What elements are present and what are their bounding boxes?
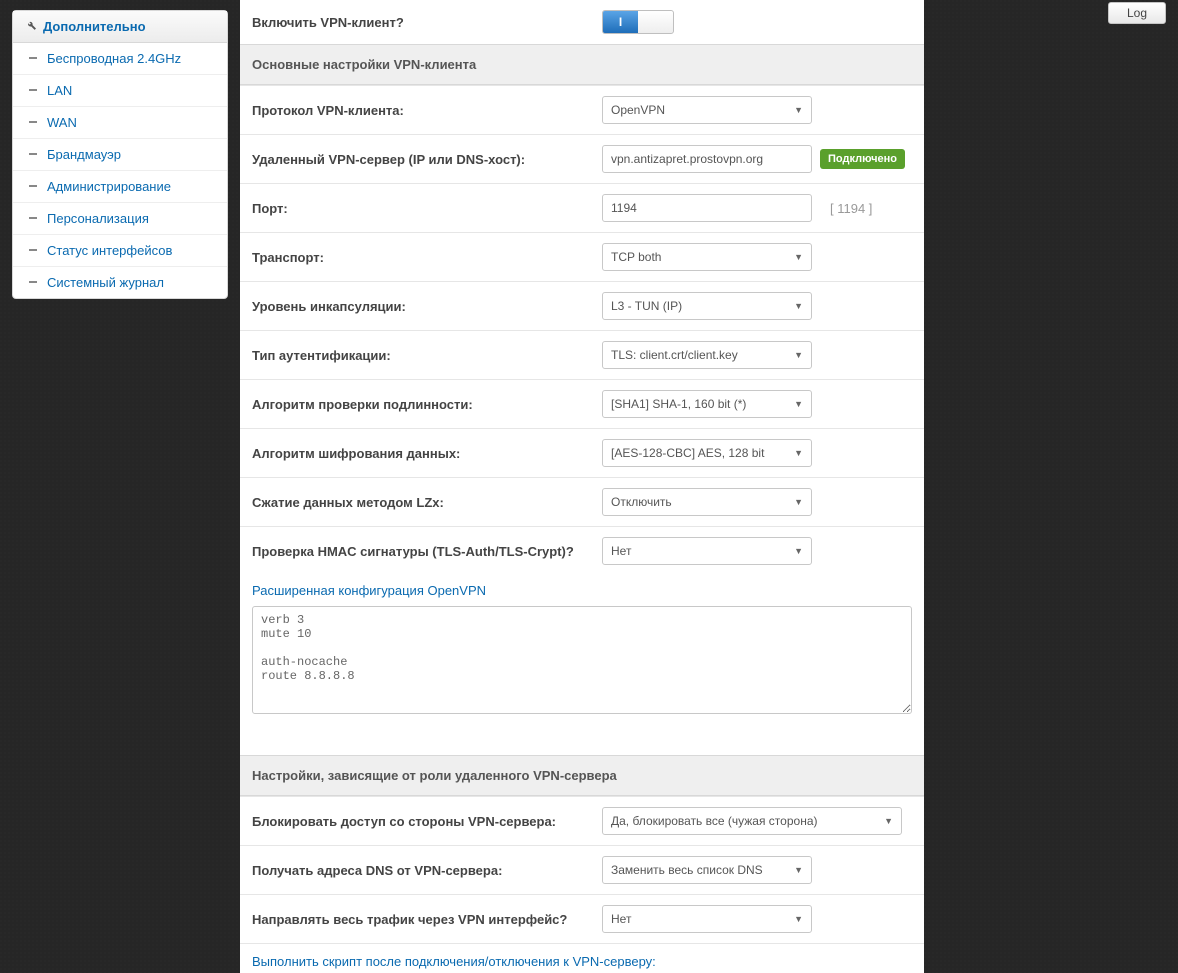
- sidebar-item-label: WAN: [47, 115, 77, 130]
- row-route: Направлять весь трафик через VPN интерфе…: [240, 894, 924, 943]
- sidebar-header-label: Дополнительно: [43, 19, 146, 34]
- block-label: Блокировать доступ со стороны VPN-сервер…: [252, 814, 602, 829]
- compress-value: Отключить: [611, 495, 672, 509]
- dns-select[interactable]: Заменить весь список DNS: [602, 856, 812, 884]
- encaps-select[interactable]: L3 - TUN (IP): [602, 292, 812, 320]
- authtype-select[interactable]: TLS: client.crt/client.key: [602, 341, 812, 369]
- authalg-value: [SHA1] SHA-1, 160 bit (*): [611, 397, 746, 411]
- port-hint: [ 1194 ]: [830, 201, 872, 216]
- row-server: Удаленный VPN-сервер (IP или DNS-хост): …: [240, 134, 924, 183]
- server-label: Удаленный VPN-сервер (IP или DNS-хост):: [252, 152, 602, 167]
- toggle-off: [638, 11, 673, 33]
- row-protocol: Протокол VPN-клиента: OpenVPN: [240, 85, 924, 134]
- sidebar-item-lan[interactable]: LAN: [13, 75, 227, 107]
- row-cipher: Алгоритм шифрования данных: [AES-128-CBC…: [240, 428, 924, 477]
- sidebar-header[interactable]: Дополнительно: [13, 11, 227, 43]
- row-compress: Сжатие данных методом LZx: Отключить: [240, 477, 924, 526]
- dns-label: Получать адреса DNS от VPN-сервера:: [252, 863, 602, 878]
- port-input[interactable]: [602, 194, 812, 222]
- hmac-label: Проверка HMAC сигнатуры (TLS-Auth/TLS-Cr…: [252, 544, 602, 559]
- sidebar-item-label: Статус интерфейсов: [47, 243, 172, 258]
- enable-vpn-label: Включить VPN-клиент?: [252, 15, 602, 30]
- sidebar-item-label: LAN: [47, 83, 72, 98]
- route-label: Направлять весь трафик через VPN интерфе…: [252, 912, 602, 927]
- block-select[interactable]: Да, блокировать все (чужая сторона): [602, 807, 902, 835]
- protocol-value: OpenVPN: [611, 103, 665, 117]
- wrench-icon: [25, 19, 37, 34]
- row-authtype: Тип аутентификации: TLS: client.crt/clie…: [240, 330, 924, 379]
- row-hmac: Проверка HMAC сигнатуры (TLS-Auth/TLS-Cr…: [240, 526, 924, 575]
- row-port: Порт: [ 1194 ]: [240, 183, 924, 232]
- server-input[interactable]: [602, 145, 812, 173]
- encaps-label: Уровень инкапсуляции:: [252, 299, 602, 314]
- section-basic-title: Основные настройки VPN-клиента: [240, 44, 924, 85]
- log-button[interactable]: Log: [1108, 2, 1166, 24]
- script-link[interactable]: Выполнить скрипт после подключения/отклю…: [252, 954, 656, 969]
- status-badge: Подключено: [820, 149, 905, 169]
- protocol-label: Протокол VPN-клиента:: [252, 103, 602, 118]
- dns-value: Заменить весь список DNS: [611, 863, 763, 877]
- sidebar-item-label: Беспроводная 2.4GHz: [47, 51, 181, 66]
- sidebar: Дополнительно Беспроводная 2.4GHz LAN WA…: [12, 10, 228, 299]
- transport-label: Транспорт:: [252, 250, 602, 265]
- hmac-value: Нет: [611, 544, 631, 558]
- transport-select[interactable]: TCP both: [602, 243, 812, 271]
- advanced-config-textarea[interactable]: [252, 606, 912, 714]
- sidebar-item-firewall[interactable]: Брандмауэр: [13, 139, 227, 171]
- sidebar-item-ifstatus[interactable]: Статус интерфейсов: [13, 235, 227, 267]
- sidebar-item-label: Брандмауэр: [47, 147, 121, 162]
- row-dns: Получать адреса DNS от VPN-сервера: Заме…: [240, 845, 924, 894]
- toggle-on: I: [603, 11, 638, 33]
- cipher-label: Алгоритм шифрования данных:: [252, 446, 602, 461]
- port-label: Порт:: [252, 201, 602, 216]
- sidebar-item-wireless[interactable]: Беспроводная 2.4GHz: [13, 43, 227, 75]
- block-value: Да, блокировать все (чужая сторона): [611, 814, 818, 828]
- row-encaps: Уровень инкапсуляции: L3 - TUN (IP): [240, 281, 924, 330]
- sidebar-item-label: Системный журнал: [47, 275, 164, 290]
- sidebar-item-wan[interactable]: WAN: [13, 107, 227, 139]
- authalg-select[interactable]: [SHA1] SHA-1, 160 bit (*): [602, 390, 812, 418]
- enable-vpn-toggle[interactable]: I: [602, 10, 674, 34]
- authalg-label: Алгоритм проверки подлинности:: [252, 397, 602, 412]
- cipher-value: [AES-128-CBC] AES, 128 bit: [611, 446, 764, 460]
- sidebar-item-personalization[interactable]: Персонализация: [13, 203, 227, 235]
- sidebar-item-label: Персонализация: [47, 211, 149, 226]
- route-select[interactable]: Нет: [602, 905, 812, 933]
- row-enable-vpn: Включить VPN-клиент? I: [240, 0, 924, 44]
- compress-label: Сжатие данных методом LZx:: [252, 495, 602, 510]
- advanced-config-link[interactable]: Расширенная конфигурация OpenVPN: [252, 583, 486, 598]
- main-panel: Включить VPN-клиент? I Основные настройк…: [240, 0, 924, 973]
- sidebar-item-label: Администрирование: [47, 179, 171, 194]
- transport-value: TCP both: [611, 250, 661, 264]
- sidebar-item-admin[interactable]: Администрирование: [13, 171, 227, 203]
- compress-select[interactable]: Отключить: [602, 488, 812, 516]
- authtype-label: Тип аутентификации:: [252, 348, 602, 363]
- row-block: Блокировать доступ со стороны VPN-сервер…: [240, 796, 924, 845]
- encaps-value: L3 - TUN (IP): [611, 299, 682, 313]
- cipher-select[interactable]: [AES-128-CBC] AES, 128 bit: [602, 439, 812, 467]
- sidebar-item-syslog[interactable]: Системный журнал: [13, 267, 227, 298]
- row-authalg: Алгоритм проверки подлинности: [SHA1] SH…: [240, 379, 924, 428]
- route-value: Нет: [611, 912, 631, 926]
- hmac-select[interactable]: Нет: [602, 537, 812, 565]
- row-transport: Транспорт: TCP both: [240, 232, 924, 281]
- section-role-title: Настройки, зависящие от роли удаленного …: [240, 755, 924, 796]
- protocol-select[interactable]: OpenVPN: [602, 96, 812, 124]
- authtype-value: TLS: client.crt/client.key: [611, 348, 738, 362]
